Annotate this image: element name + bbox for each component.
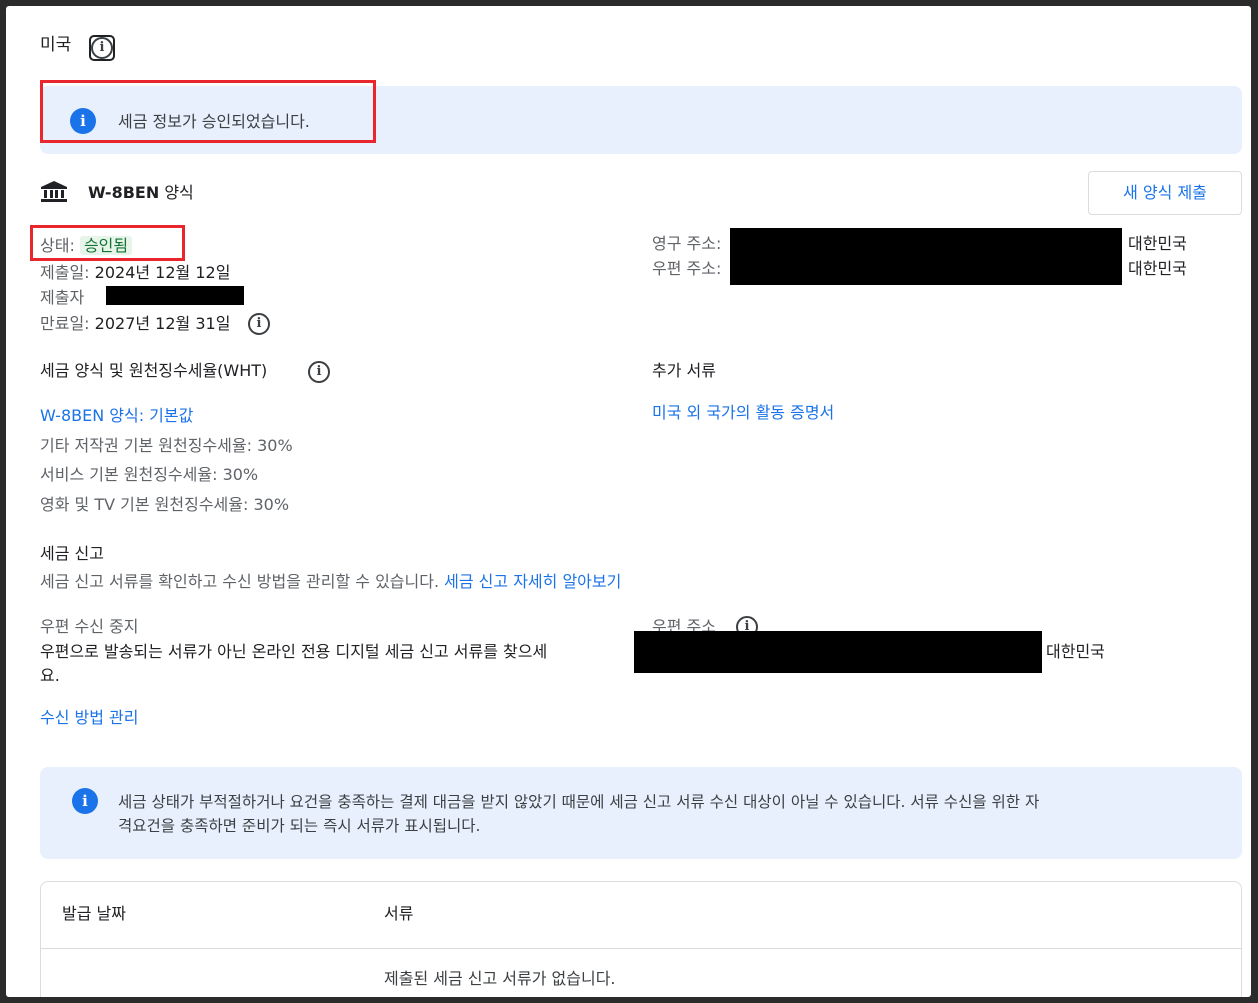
- info-icon: i: [91, 37, 113, 59]
- country-title: 미국: [40, 35, 72, 55]
- info-icon: i: [72, 788, 98, 814]
- new-form-button[interactable]: 새 양식 제출: [1088, 171, 1242, 215]
- submitter-label: 제출자: [40, 288, 85, 307]
- eligibility-line-1: 세금 상태가 부적절하거나 요건을 충족하는 결제 대금을 받지 않았기 때문에…: [118, 793, 1040, 811]
- permanent-address-country: 대한민국: [1128, 234, 1187, 253]
- mailing-address-label: 우편 주소:: [652, 259, 722, 278]
- submitted-label: 제출일:: [40, 263, 90, 282]
- mailing-address-country: 대한민국: [1128, 259, 1187, 278]
- activity-certificate-link[interactable]: 미국 외 국가의 활동 증명서: [652, 402, 834, 424]
- bank-icon: [40, 180, 68, 204]
- column-header-document: 서류: [384, 904, 414, 923]
- screenshot-frame: 미국 i i 세금 정보가 승인되었습니다. W-8BEN 양식 새 양식 제출…: [0, 0, 1258, 1003]
- highlight-box: [40, 80, 376, 143]
- mail-address-country: 대한민국: [1046, 642, 1105, 661]
- expiry-date: 2027년 12월 31일: [94, 314, 231, 333]
- additional-docs-heading: 추가 서류: [652, 361, 716, 380]
- empty-table-message: 제출된 세금 신고 서류가 없습니다.: [384, 969, 616, 988]
- wht-heading: 세금 양식 및 원천징수세율(WHT): [40, 361, 268, 380]
- permanent-address-label: 영구 주소:: [652, 234, 722, 253]
- info-icon[interactable]: i: [308, 361, 330, 383]
- submitted-date: 2024년 12월 12일: [94, 263, 231, 282]
- tax-reporting-heading: 세금 신고: [40, 544, 104, 563]
- eligibility-line-2: 격요건을 충족하면 준비가 되는 즉시 서류가 표시됩니다.: [118, 817, 481, 835]
- form-suffix: 양식: [164, 183, 194, 202]
- country-info-button[interactable]: i: [89, 35, 115, 61]
- expiry-label: 만료일:: [40, 314, 90, 333]
- tax-reporting-description: 세금 신고 서류를 확인하고 수신 방법을 관리할 수 있습니다. 세금 신고 …: [40, 571, 621, 593]
- wht-rate-item: 서비스 기본 원천징수세율: 30%: [40, 465, 259, 484]
- form-title: W-8BEN 양식: [88, 182, 194, 204]
- redacted-block: [634, 631, 1042, 673]
- wht-form-link[interactable]: W-8BEN 양식: 기본값: [40, 405, 193, 427]
- expiry-row: 만료일: 2027년 12월 31일: [40, 313, 230, 335]
- column-header-issue-date: 발급 날짜: [62, 904, 126, 923]
- manage-delivery-link[interactable]: 수신 방법 관리: [40, 707, 139, 729]
- paper-stop-text-cont: 요.: [40, 666, 60, 685]
- wht-rate-item: 기타 저작권 기본 원천징수세율: 30%: [40, 436, 293, 455]
- eligibility-banner: [40, 767, 1242, 859]
- redacted-block: [730, 228, 1122, 285]
- form-name: W-8BEN: [88, 183, 160, 202]
- paper-stop-text: 우편으로 발송되는 서류가 아닌 온라인 전용 디지털 세금 신고 서류를 찾으…: [40, 642, 548, 661]
- redacted-block: [106, 286, 244, 305]
- learn-more-link[interactable]: 세금 신고 자세히 알아보기: [444, 572, 621, 591]
- info-icon[interactable]: i: [248, 313, 270, 335]
- tax-info-page: 미국 i i 세금 정보가 승인되었습니다. W-8BEN 양식 새 양식 제출…: [6, 6, 1251, 997]
- highlight-box: [30, 225, 185, 261]
- paper-stop-label: 우편 수신 중지: [40, 617, 139, 636]
- submitted-row: 제출일: 2024년 12월 12일: [40, 262, 230, 284]
- documents-table: [40, 881, 1242, 997]
- tax-reporting-text: 세금 신고 서류를 확인하고 수신 방법을 관리할 수 있습니다.: [40, 572, 440, 591]
- table-divider: [41, 948, 1241, 949]
- wht-rate-item: 영화 및 TV 기본 원천징수세율: 30%: [40, 495, 290, 514]
